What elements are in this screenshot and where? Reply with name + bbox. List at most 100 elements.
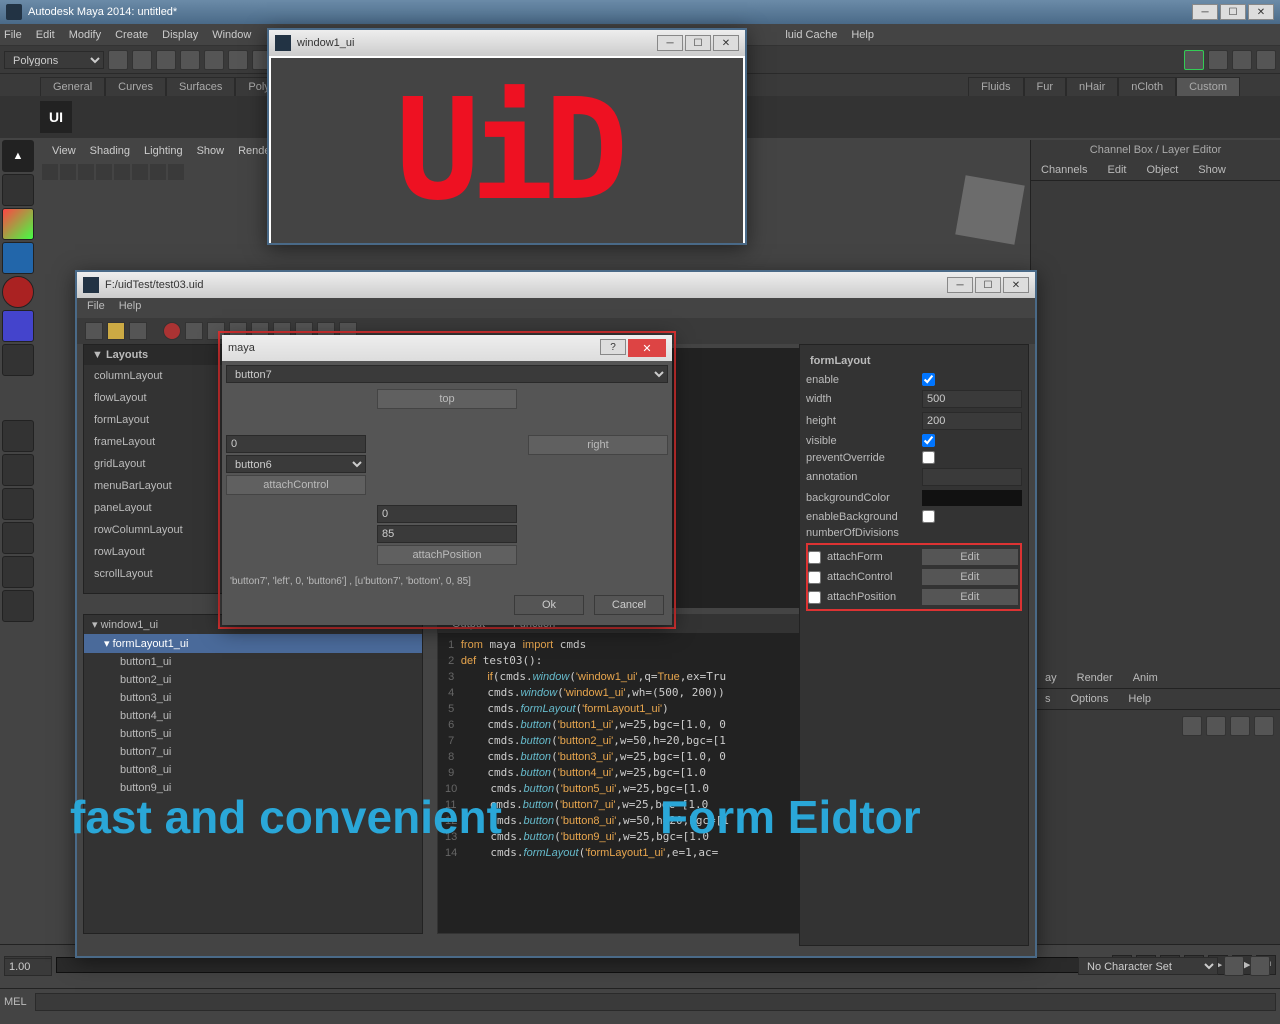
view-menu-show[interactable]: Show: [197, 145, 225, 157]
layout-item[interactable]: rowColumnLayout: [84, 519, 222, 541]
button-select[interactable]: button7: [226, 365, 668, 383]
rotate-tool-icon[interactable]: [2, 276, 34, 308]
ui-shelf-button[interactable]: UI: [40, 101, 72, 133]
lt-render[interactable]: Render: [1067, 668, 1123, 688]
shelf-tab-ncloth[interactable]: nCloth: [1118, 77, 1176, 96]
layout-item[interactable]: gridLayout: [84, 453, 222, 475]
layer-icon[interactable]: [1182, 716, 1202, 736]
menu-file[interactable]: File: [4, 29, 22, 41]
tree-item[interactable]: ▾ formLayout1_ui: [84, 634, 422, 653]
maya-dialog-titlebar[interactable]: maya ? ✕: [222, 335, 672, 361]
paint-tool-icon[interactable]: [2, 208, 34, 240]
left-value-input[interactable]: [226, 435, 366, 453]
lasso-tool-icon[interactable]: [2, 174, 34, 206]
layout-single-icon[interactable]: [2, 420, 34, 452]
layout-item[interactable]: rowLayout: [84, 541, 222, 563]
attr-enable[interactable]: [922, 373, 935, 386]
save-icon[interactable]: [129, 322, 147, 340]
minimize-icon[interactable]: ─: [657, 35, 683, 51]
shelf-tab-fur[interactable]: Fur: [1024, 77, 1067, 96]
ut-menu-file[interactable]: File: [87, 300, 105, 316]
undo-icon[interactable]: [180, 50, 200, 70]
close-icon[interactable]: ✕: [628, 339, 666, 357]
menu-edit[interactable]: Edit: [36, 29, 55, 41]
time-slider[interactable]: [56, 957, 1108, 973]
chk-attachform[interactable]: [808, 551, 821, 564]
move-tool-icon[interactable]: [2, 242, 34, 274]
menu-window[interactable]: Window: [212, 29, 251, 41]
vp-icon[interactable]: [42, 164, 58, 180]
character-set-select[interactable]: No Character Set: [1078, 957, 1218, 975]
shelf-tab-custom[interactable]: Custom: [1176, 77, 1240, 96]
tree-item[interactable]: button4_ui: [84, 707, 422, 725]
viewcube[interactable]: [955, 175, 1025, 245]
record-icon[interactable]: [163, 322, 181, 340]
render-icon[interactable]: [1184, 50, 1204, 70]
layer-icon[interactable]: [1256, 50, 1276, 70]
vp-icon[interactable]: [114, 164, 130, 180]
close-icon[interactable]: ✕: [1248, 4, 1274, 20]
vp-icon[interactable]: [150, 164, 166, 180]
layout-item[interactable]: flowLayout: [84, 387, 222, 409]
lt-options[interactable]: Options: [1061, 689, 1119, 709]
scale-tool-icon[interactable]: [2, 310, 34, 342]
control-select[interactable]: button6: [226, 455, 366, 473]
manip-tool-icon[interactable]: [2, 344, 34, 376]
ut-menu-help[interactable]: Help: [119, 300, 142, 316]
minimize-icon[interactable]: ─: [1192, 4, 1218, 20]
attr-enablebg[interactable]: [922, 510, 935, 523]
tree-item[interactable]: button2_ui: [84, 671, 422, 689]
pos-value1-input[interactable]: [377, 505, 517, 523]
layout-item[interactable]: formLayout: [84, 409, 222, 431]
ipr-icon[interactable]: [1208, 50, 1228, 70]
shelf-tab-surfaces[interactable]: Surfaces: [166, 77, 235, 96]
tool-icon[interactable]: [185, 322, 203, 340]
vp-icon[interactable]: [96, 164, 112, 180]
layout-item[interactable]: columnLayout: [84, 365, 222, 387]
chb-tab-edit[interactable]: Edit: [1097, 160, 1136, 180]
attr-width[interactable]: [922, 390, 1022, 408]
cancel-button[interactable]: Cancel: [594, 595, 664, 615]
uidtest-titlebar[interactable]: F:/uidTest/test03.uid ─ ☐ ✕: [77, 272, 1035, 298]
view-menu-lighting[interactable]: Lighting: [144, 145, 183, 157]
file-save-icon[interactable]: [156, 50, 176, 70]
attr-prevent[interactable]: [922, 451, 935, 464]
command-input[interactable]: [35, 993, 1276, 1011]
maximize-icon[interactable]: ☐: [975, 277, 1001, 293]
attach-position-button[interactable]: attachPosition: [377, 545, 517, 565]
maximize-icon[interactable]: ☐: [685, 35, 711, 51]
file-new-icon[interactable]: [108, 50, 128, 70]
shelf-tab-general[interactable]: General: [40, 77, 105, 96]
shelf-tab-curves[interactable]: Curves: [105, 77, 166, 96]
layout-four-icon[interactable]: [2, 454, 34, 486]
chk-attachposition[interactable]: [808, 591, 821, 604]
cmd-label[interactable]: MEL: [4, 996, 27, 1008]
attr-annotation[interactable]: [922, 468, 1022, 486]
select-tool-icon[interactable]: ▲: [2, 140, 34, 172]
ok-button[interactable]: Ok: [514, 595, 584, 615]
lt-display[interactable]: ay: [1035, 668, 1067, 688]
view-menu-view[interactable]: View: [52, 145, 76, 157]
shelf-tab-nhair[interactable]: nHair: [1066, 77, 1118, 96]
top-button[interactable]: top: [377, 389, 517, 409]
new-icon[interactable]: [85, 322, 103, 340]
close-icon[interactable]: ✕: [1003, 277, 1029, 293]
help-icon[interactable]: ?: [600, 339, 626, 355]
layer-icon[interactable]: [1230, 716, 1250, 736]
prefs-icon[interactable]: [1250, 956, 1270, 976]
tree-item[interactable]: button5_ui: [84, 725, 422, 743]
select-tool-icon[interactable]: [228, 50, 248, 70]
layout-hyper-icon[interactable]: [2, 556, 34, 588]
tree-item[interactable]: button1_ui: [84, 653, 422, 671]
layer-icon[interactable]: [1206, 716, 1226, 736]
edit-attachform-button[interactable]: Edit: [922, 549, 1018, 565]
tree-item[interactable]: button7_ui: [84, 743, 422, 761]
vp-icon[interactable]: [78, 164, 94, 180]
channel-icon[interactable]: [1232, 50, 1252, 70]
vp-icon[interactable]: [132, 164, 148, 180]
attr-visible[interactable]: [922, 434, 935, 447]
right-button[interactable]: right: [528, 435, 668, 455]
vp-icon[interactable]: [60, 164, 76, 180]
chb-tab-show[interactable]: Show: [1188, 160, 1236, 180]
view-menu-shading[interactable]: Shading: [90, 145, 130, 157]
